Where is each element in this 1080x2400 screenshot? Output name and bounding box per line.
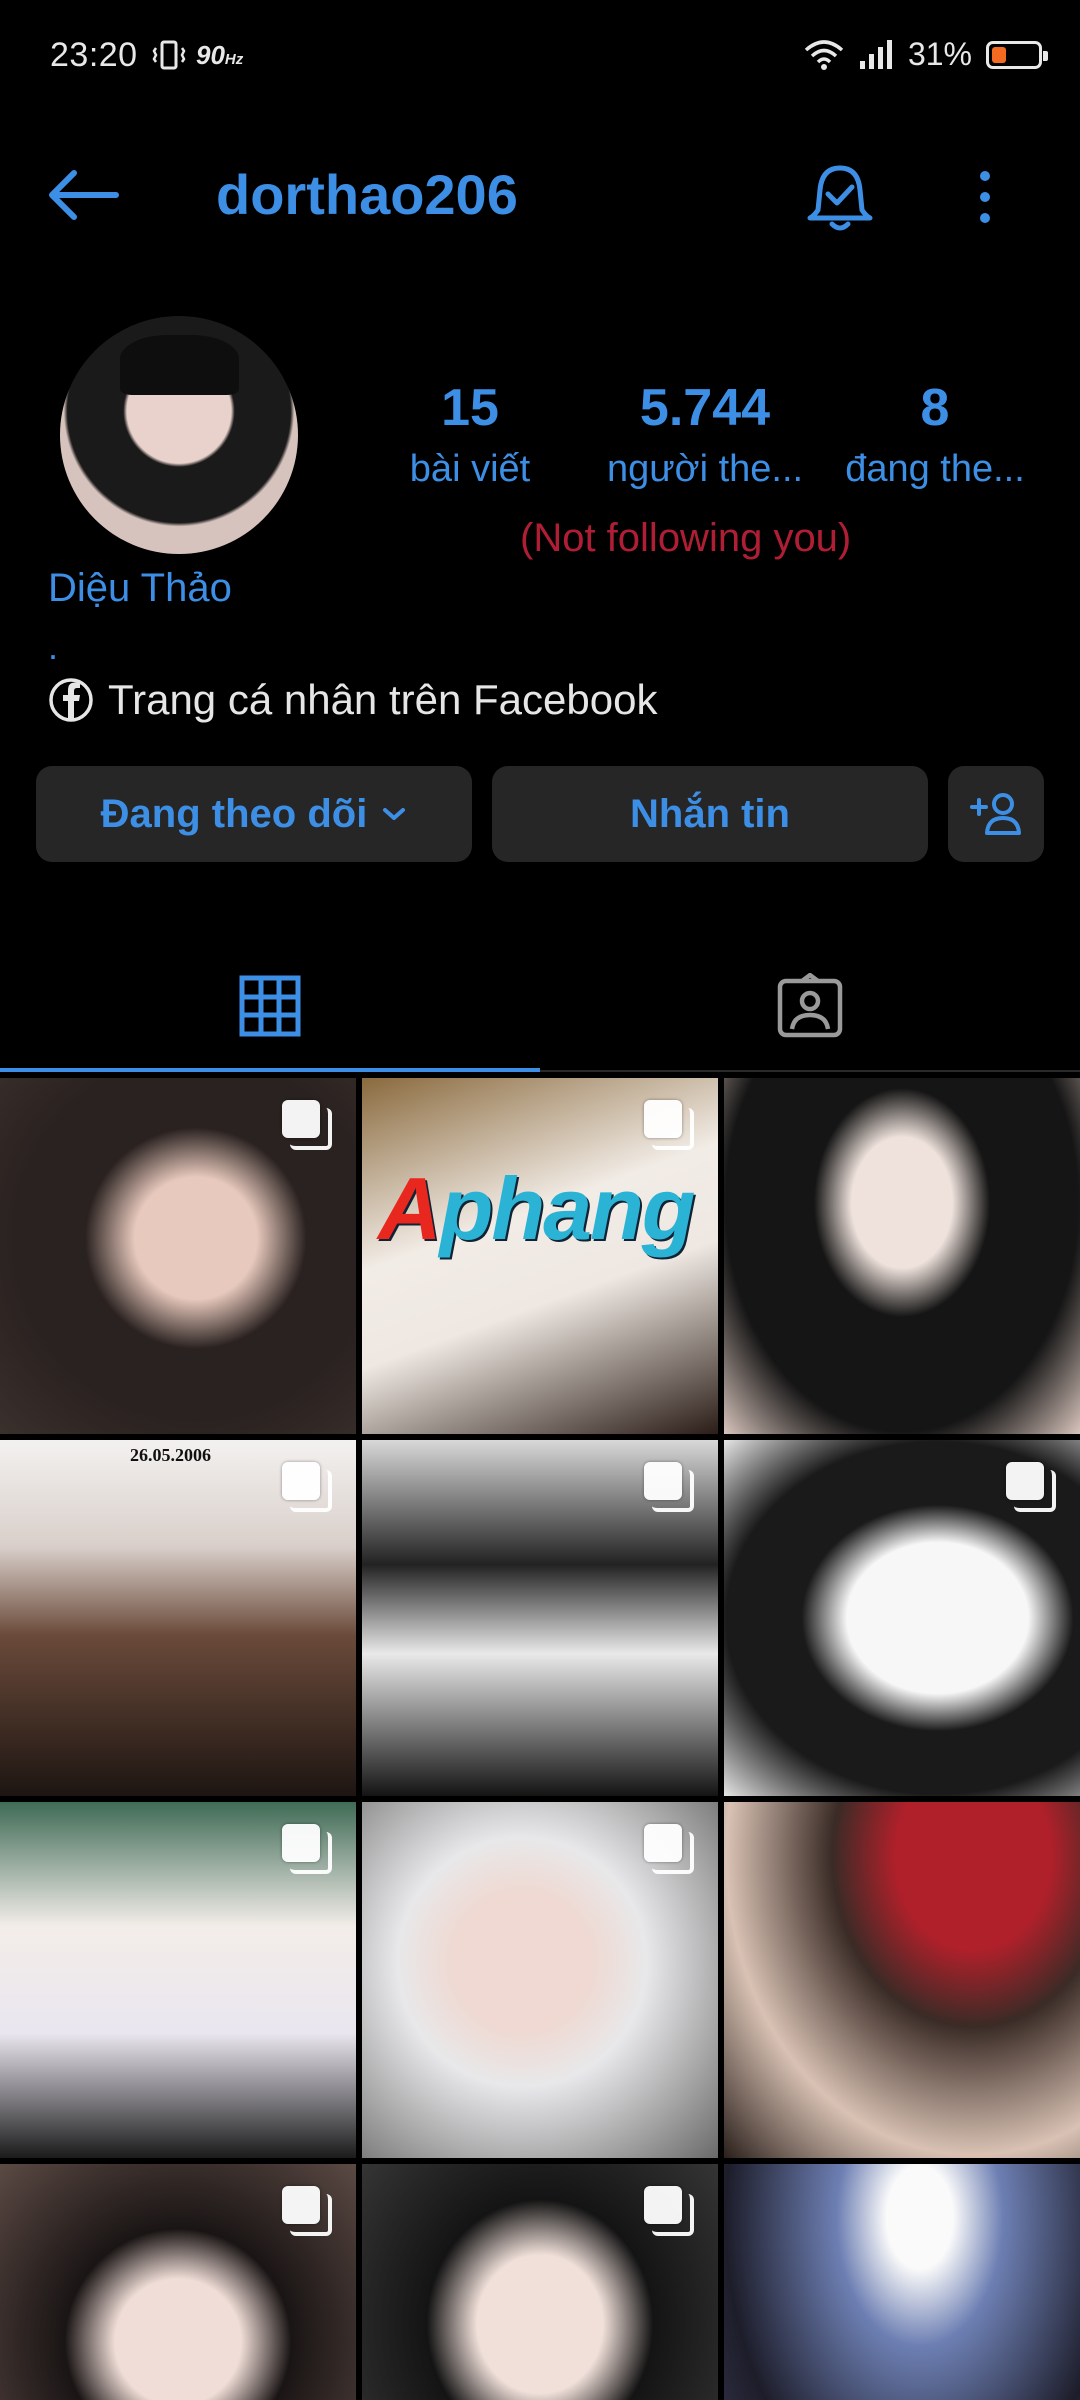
carousel-icon: [644, 1462, 694, 1512]
tab-posts-grid[interactable]: [0, 940, 540, 1072]
stat-followers[interactable]: 5.744 người the...: [590, 378, 820, 491]
notification-bell-check-icon: [807, 165, 873, 231]
stat-posts-value: 15: [441, 379, 499, 437]
carousel-icon: [644, 1824, 694, 1874]
profile-stats: 15 bài viết 5.744 người the... 8 đang th…: [380, 378, 1040, 491]
post-thumbnail[interactable]: [362, 1802, 718, 2158]
stat-followers-value: 5.744: [639, 379, 771, 437]
watermark-logo: Aphang: [378, 1159, 696, 1258]
message-button[interactable]: Nhắn tin: [492, 766, 928, 862]
following-button[interactable]: Đang theo dõi: [36, 766, 472, 862]
add-person-icon: [970, 793, 1021, 835]
post-thumbnail[interactable]: [724, 1440, 1080, 1796]
facebook-icon: [49, 678, 93, 722]
post-thumbnail[interactable]: 26.05.2006: [0, 1440, 356, 1796]
bio-text: .: [48, 626, 59, 667]
profile-header: dorthao206: [0, 150, 1080, 240]
signal-icon: [859, 39, 892, 69]
profile-tabs: [0, 940, 1080, 1072]
stat-following-value: 8: [920, 379, 950, 437]
facebook-link-label: Trang cá nhân trên Facebook: [108, 676, 658, 723]
suggested-users-button[interactable]: [948, 766, 1044, 862]
carousel-icon: [282, 1824, 332, 1874]
carousel-icon: [282, 2186, 332, 2236]
page-title-username: dorthao206: [216, 163, 518, 226]
stat-following-label: đang the...: [845, 448, 1025, 490]
arrow-left-icon: [49, 170, 119, 220]
message-button-label: Nhắn tin: [630, 791, 790, 836]
notifications-button[interactable]: [800, 158, 880, 238]
post-thumbnail[interactable]: [0, 2164, 356, 2400]
carousel-icon: [1006, 1462, 1056, 1512]
carousel-icon: [282, 1462, 332, 1512]
active-tab-indicator: [0, 1068, 540, 1072]
following-button-label: Đang theo dõi: [100, 791, 368, 836]
wifi-icon: [804, 39, 844, 70]
refresh-rate: 90Hz: [196, 39, 244, 70]
post-date-stamp: 26.05.2006: [130, 1445, 211, 1465]
chevron-down-icon: [383, 808, 406, 820]
status-right: 31%: [804, 36, 1048, 73]
posts-grid: 26.05.2006: [0, 1078, 1080, 2400]
carousel-icon: [644, 2186, 694, 2236]
display-name: Diệu Thảo: [48, 566, 232, 610]
more-options-button[interactable]: [960, 162, 1010, 232]
profile-actions: Đang theo dõi Nhắn tin: [36, 766, 1046, 862]
post-thumbnail[interactable]: [362, 2164, 718, 2400]
avatar[interactable]: [60, 316, 298, 554]
status-bar: 23:20 90Hz 31%: [0, 0, 1080, 110]
tagged-person-icon: [777, 973, 843, 1038]
carousel-icon: [644, 1100, 694, 1150]
facebook-profile-link[interactable]: Trang cá nhân trên Facebook: [48, 676, 657, 724]
carousel-icon: [282, 1100, 332, 1150]
status-time: 23:20: [50, 36, 138, 74]
grid-icon: [239, 975, 301, 1037]
battery-icon: [986, 40, 1048, 69]
stat-followers-label: người the...: [606, 448, 804, 490]
back-button[interactable]: [44, 165, 120, 225]
stat-posts[interactable]: 15 bài viết: [380, 378, 560, 491]
battery-fill: [992, 46, 1006, 63]
post-thumbnail[interactable]: [724, 2164, 1080, 2400]
not-following-notice: (Not following you): [520, 516, 852, 560]
post-thumbnail[interactable]: [0, 1802, 356, 2158]
post-thumbnail[interactable]: [362, 1440, 718, 1796]
stat-following[interactable]: 8 đang the...: [830, 378, 1040, 491]
battery-percent: 31%: [907, 36, 972, 72]
status-left-icons: 90Hz: [150, 38, 243, 72]
stat-posts-label: bài viết: [409, 448, 531, 490]
more-vertical-icon: [980, 171, 990, 223]
post-thumbnail[interactable]: [724, 1078, 1080, 1434]
post-thumbnail[interactable]: [724, 1802, 1080, 2158]
tab-tagged[interactable]: [540, 940, 1080, 1072]
vibrate-icon: [152, 40, 186, 70]
post-thumbnail[interactable]: [0, 1078, 356, 1434]
